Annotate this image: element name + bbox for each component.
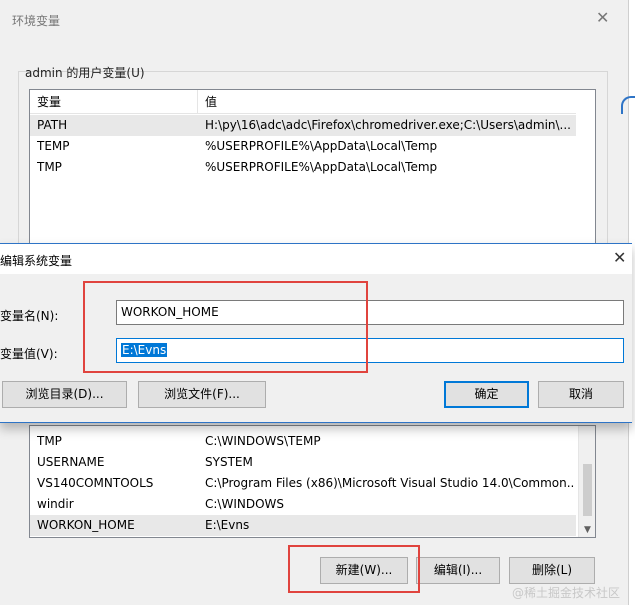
- delete-button[interactable]: 删除(L): [509, 557, 595, 584]
- close-icon[interactable]: ✕: [596, 9, 609, 27]
- table-row[interactable]: PATH H:\py\16\adc\adc\Firefox\chromedriv…: [30, 115, 576, 136]
- scrollbar-thumb[interactable]: [583, 464, 592, 516]
- system-variables-list[interactable]: TMP C:\WINDOWS\TEMP USERNAME SYSTEM VS14…: [29, 425, 596, 538]
- variable-value: E:\Evns: [205, 518, 250, 532]
- variable-value-label: 变量值(V):: [0, 347, 58, 361]
- title-bar: 编辑系统变量 ✕: [0, 244, 632, 274]
- table-row[interactable]: windir C:\WINDOWS: [30, 494, 576, 515]
- edit-button[interactable]: 编辑(I)...: [416, 557, 500, 584]
- variable-name: WORKON_HOME: [37, 518, 135, 532]
- edit-system-variable-dialog: 编辑系统变量 ✕ 变量名(N): WORKON_HOME 变量值(V): E:\…: [0, 243, 632, 423]
- variable-value: SYSTEM: [205, 455, 253, 469]
- variable-value: %USERPROFILE%\AppData\Local\Temp: [205, 160, 438, 174]
- variable-value: %USERPROFILE%\AppData\Local\Temp: [205, 139, 438, 153]
- highlight-box-fields: [83, 281, 368, 373]
- table-row[interactable]: VS140COMNTOOLS C:\Program Files (x86)\Mi…: [30, 473, 576, 494]
- vertical-scrollbar[interactable]: ▼: [578, 426, 595, 537]
- variable-value: C:\WINDOWS\TEMP: [205, 434, 321, 448]
- table-row[interactable]: TEMP %USERPROFILE%\AppData\Local\Temp: [30, 136, 576, 157]
- user-variables-list[interactable]: 变量 值 PATH H:\py\16\adc\adc\Firefox\chrom…: [29, 89, 596, 249]
- watermark: @稀土掘金技术社区: [512, 586, 621, 600]
- user-variables-group-label: admin 的用户变量(U): [25, 66, 145, 80]
- list-header: 变量 值: [30, 90, 576, 114]
- table-row[interactable]: TMP %USERPROFILE%\AppData\Local\Temp: [30, 157, 576, 178]
- variable-name: TMP: [37, 160, 62, 174]
- variable-value: H:\py\16\adc\adc\Firefox\chromedriver.ex…: [205, 118, 571, 132]
- highlight-box-new: [288, 545, 420, 593]
- dialog-title: 编辑系统变量: [0, 254, 73, 268]
- browse-directory-button[interactable]: 浏览目录(D)...: [2, 381, 127, 408]
- variable-name-label: 变量名(N):: [0, 309, 59, 323]
- cancel-button[interactable]: 取消: [538, 381, 624, 408]
- variable-name: PATH: [37, 118, 68, 132]
- table-row[interactable]: USERNAME SYSTEM: [30, 452, 576, 473]
- variable-value: C:\Program Files (x86)\Microsoft Visual …: [205, 476, 575, 490]
- ok-button[interactable]: 确定: [444, 381, 529, 408]
- table-row[interactable]: TMP C:\WINDOWS\TEMP: [30, 431, 576, 452]
- variable-name: VS140COMNTOOLS: [37, 476, 154, 490]
- variable-name: windir: [37, 497, 74, 511]
- variable-name: TEMP: [37, 139, 70, 153]
- variable-name: TMP: [37, 434, 62, 448]
- table-row[interactable]: WORKON_HOME E:\Evns: [30, 515, 576, 536]
- column-header-value[interactable]: 值: [198, 90, 576, 114]
- column-header-variable[interactable]: 变量: [30, 90, 198, 114]
- variable-name: USERNAME: [37, 455, 105, 469]
- close-icon[interactable]: ✕: [613, 249, 626, 267]
- dialog-title: 环境变量: [12, 14, 61, 28]
- variable-value: C:\WINDOWS: [205, 497, 285, 511]
- chevron-down-icon[interactable]: ▼: [579, 525, 595, 535]
- background-window-fragment: [621, 96, 635, 114]
- browse-file-button[interactable]: 浏览文件(F)...: [138, 381, 266, 408]
